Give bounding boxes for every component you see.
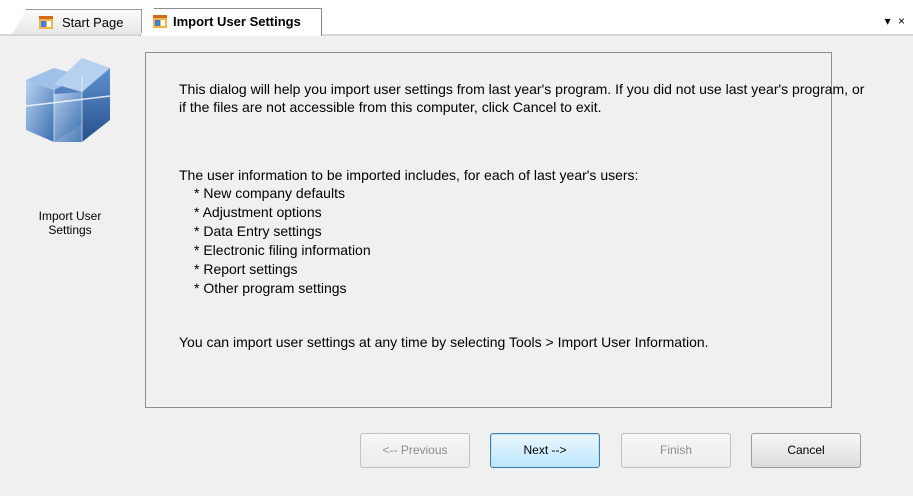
- tab-import-user-settings[interactable]: Import User Settings: [140, 8, 322, 36]
- finish-button[interactable]: Finish: [621, 433, 731, 468]
- cubes-icon: [25, 58, 111, 142]
- previous-button[interactable]: <-- Previous: [360, 433, 470, 468]
- list-item: * Report settings: [194, 261, 298, 277]
- list-title: The user information to be imported incl…: [179, 167, 639, 183]
- tab-menu-close-icons[interactable]: ▾ ×: [885, 14, 907, 28]
- outro-text: You can import user settings at any time…: [179, 334, 709, 350]
- list-item: * Electronic filing information: [194, 242, 371, 258]
- tab-import-user-settings-label: Import User Settings: [173, 14, 301, 29]
- list-item: * Adjustment options: [194, 204, 322, 220]
- list-item: * Other program settings: [194, 280, 347, 296]
- tab-start-page[interactable]: Start Page: [12, 9, 142, 35]
- intro-text: This dialog will help you import user se…: [179, 81, 865, 115]
- tabstrip-divider: [0, 34, 913, 36]
- sidebar-label: Import User Settings: [38, 209, 102, 237]
- document-tab-strip: Start Page Import User Settings ▾ ×: [0, 0, 913, 36]
- window-icon: [39, 16, 53, 29]
- cancel-button[interactable]: Cancel: [751, 433, 861, 468]
- settings-list: * New company defaults * Adjustment opti…: [194, 184, 371, 298]
- list-item: * New company defaults: [194, 185, 345, 201]
- window-icon: [153, 15, 167, 28]
- tab-start-page-label: Start Page: [62, 15, 124, 30]
- next-button[interactable]: Next -->: [490, 433, 600, 468]
- list-item: * Data Entry settings: [194, 223, 322, 239]
